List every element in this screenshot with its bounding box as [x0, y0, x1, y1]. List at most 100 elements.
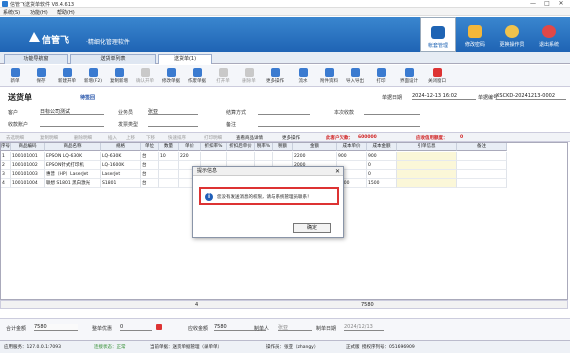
print-detail-button[interactable]: 打印明细	[204, 135, 222, 141]
grid-cell[interactable]	[227, 152, 255, 161]
tab-delivery[interactable]: 送货单(1)	[158, 54, 212, 64]
insert-button[interactable]: 插入	[108, 135, 117, 141]
grid-header[interactable]: 数量	[159, 143, 179, 151]
grid-cell[interactable]: 900	[337, 152, 367, 161]
toolbar-button-10[interactable]: 更多操作	[262, 67, 288, 85]
menu-help[interactable]: 帮助(H)	[57, 9, 75, 16]
grid-cell[interactable]: 10	[159, 152, 179, 161]
copy-detail-button[interactable]: 复制明细	[40, 135, 58, 141]
grid-cell[interactable]	[397, 170, 457, 179]
grid-cell[interactable]: EPSON针式打印机	[45, 161, 101, 170]
grid-cell[interactable]	[457, 170, 507, 179]
menu-system[interactable]: 系统(S)	[3, 9, 20, 16]
view-goods-button[interactable]: 查看商品详情	[236, 135, 263, 141]
remark-field[interactable]	[258, 120, 420, 127]
toolbar-button-8[interactable]: 打开单	[210, 67, 236, 85]
grid-cell[interactable]: 900	[367, 152, 397, 161]
invoice-field[interactable]	[148, 120, 198, 127]
grid-header[interactable]: 税额	[273, 143, 293, 151]
discount-icon[interactable]	[156, 324, 162, 330]
grid-cell[interactable]: LaserJet	[101, 170, 141, 179]
change-operator-button[interactable]: 更换操作员	[494, 17, 530, 52]
toolbar-button-4[interactable]: 复制新增	[106, 67, 132, 85]
grid-header[interactable]: 成本单价	[337, 143, 367, 151]
tab-nav[interactable]: 功能导航窗	[4, 54, 68, 64]
minimize-button[interactable]: —	[528, 0, 538, 7]
grid-cell[interactable]: LQ-1600K	[101, 161, 141, 170]
toolbar-button-11[interactable]: 流水	[290, 67, 316, 85]
close-button[interactable]: ✕	[556, 0, 566, 7]
grid-header[interactable]: 成本金额	[367, 143, 397, 151]
grid-cell[interactable]: 台	[141, 179, 159, 188]
grid-cell[interactable]: 3	[1, 170, 11, 179]
grid-header[interactable]: 税率%	[255, 143, 273, 151]
grid-cell[interactable]	[159, 170, 179, 179]
change-password-button[interactable]: 修改密码	[457, 17, 493, 52]
toolbar-button-7[interactable]: 作废单据	[184, 67, 210, 85]
toolbar-button-15[interactable]: 界面设计	[396, 67, 422, 85]
receivable-field[interactable]	[364, 108, 420, 115]
maximize-button[interactable]: □	[542, 0, 552, 7]
grid-header[interactable]: 商品编码	[11, 143, 45, 151]
grid-cell[interactable]: 4	[1, 179, 11, 188]
grid-cell[interactable]	[159, 179, 179, 188]
grid-cell[interactable]: 惠普（HP）LaserJet	[45, 170, 101, 179]
move-down-button[interactable]: 下移	[146, 135, 155, 141]
grid-header[interactable]: 金额	[293, 143, 337, 151]
grid-header[interactable]: 商品名称	[45, 143, 101, 151]
toolbar-button-13[interactable]: 导入导出	[342, 67, 368, 85]
grid-cell[interactable]	[397, 179, 457, 188]
discount-field[interactable]: 0	[120, 324, 152, 331]
grid-cell[interactable]	[201, 152, 227, 161]
grid-cell[interactable]: 台	[141, 170, 159, 179]
grid-cell[interactable]: 台	[141, 161, 159, 170]
grid-header[interactable]: 单位	[141, 143, 159, 151]
grid-header[interactable]: 规格	[101, 143, 141, 151]
grid-cell[interactable]	[273, 152, 293, 161]
detail-more-button[interactable]: 更多操作	[282, 135, 300, 141]
grid-cell[interactable]	[159, 161, 179, 170]
date-field[interactable]: 2024-12-13 16:02	[412, 93, 476, 100]
grid-cell[interactable]	[457, 161, 507, 170]
toolbar-button-0[interactable]: 新单	[2, 67, 28, 85]
toolbar-button-3[interactable]: 新增(F2)	[80, 67, 106, 85]
move-up-button[interactable]: 上移	[126, 135, 135, 141]
exit-system-button[interactable]: 退出系统	[531, 17, 567, 52]
quick-sort-button[interactable]: 快速排序	[168, 135, 186, 141]
toolbar-button-6[interactable]: 修改单据	[158, 67, 184, 85]
grid-cell[interactable]: 100101003	[11, 170, 45, 179]
grid-cell[interactable]: 100101004	[11, 179, 45, 188]
grid-cell[interactable]	[457, 152, 507, 161]
grid-header[interactable]: 引单信息	[397, 143, 457, 151]
toolbar-button-14[interactable]: 打印	[368, 67, 394, 85]
grid-cell[interactable]: S1801	[101, 179, 141, 188]
grid-cell[interactable]: 0	[367, 161, 397, 170]
grid-header[interactable]: 折扣后单价	[227, 143, 255, 151]
dialog-close-button[interactable]: ✕	[335, 167, 340, 176]
salesman-field[interactable]: 张亚	[148, 108, 198, 115]
tab-list[interactable]: 送货单列表	[70, 54, 156, 64]
grid-header[interactable]: 折扣率%	[201, 143, 227, 151]
grid-cell[interactable]	[397, 152, 457, 161]
account-field[interactable]	[40, 120, 104, 127]
toolbar-button-1[interactable]: 保存	[28, 67, 54, 85]
menu-function[interactable]: 功能(H)	[30, 9, 48, 16]
grid-cell[interactable]: 100101002	[11, 161, 45, 170]
settle-field[interactable]	[258, 108, 310, 115]
number-field[interactable]: XSCKD-20241213-0002	[496, 93, 566, 100]
grid-header[interactable]: 序号	[1, 143, 11, 151]
grid-cell[interactable]: 台	[141, 152, 159, 161]
grid-header[interactable]: 单价	[179, 143, 201, 151]
grid-cell[interactable]: 2	[1, 161, 11, 170]
dialog-ok-button[interactable]: 确定	[293, 223, 331, 233]
grid-cell[interactable]: 1500	[367, 179, 397, 188]
grid-header[interactable]: 备注	[457, 143, 507, 151]
account-manage-button[interactable]: 帐套管理	[420, 17, 456, 52]
grid-cell[interactable]: 0	[367, 170, 397, 179]
grid-cell[interactable]: EPSON LQ-630K	[45, 152, 101, 161]
grid-cell[interactable]: 220	[179, 152, 201, 161]
grid-cell[interactable]	[397, 161, 457, 170]
customer-field[interactable]: 日标公司测试	[40, 108, 104, 115]
grid-cell[interactable]: 2200	[293, 152, 337, 161]
toolbar-button-16[interactable]: 关闭窗口	[424, 67, 450, 85]
